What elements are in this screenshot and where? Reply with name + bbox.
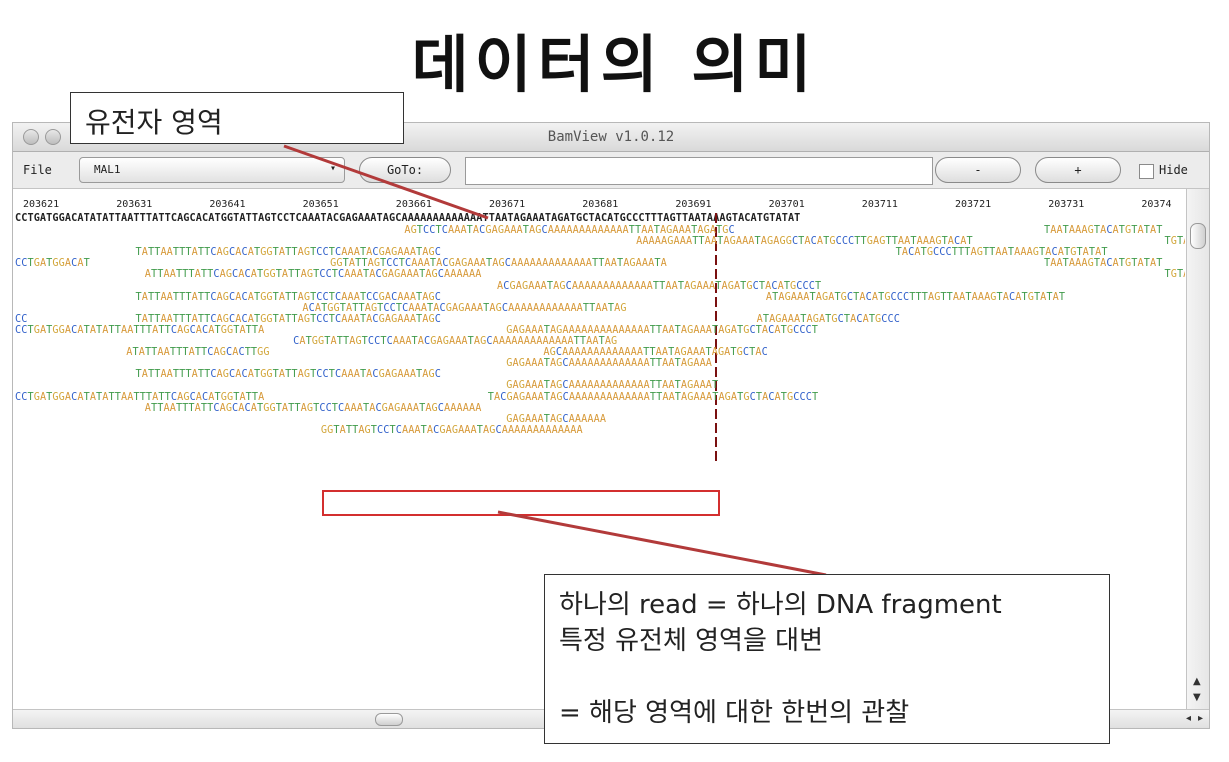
gene-region-label: 유전자 영역 <box>85 106 223 139</box>
explanation-line-4: = 해당 영역에 대한 한번의 관찰 <box>559 698 910 728</box>
read-arrow <box>497 510 827 577</box>
explanation-line-1: 하나의 read = 하나의 DNA fragment <box>559 590 1002 620</box>
gene-region-callout: 유전자 영역 <box>70 92 404 144</box>
gene-region-arrow <box>283 144 489 220</box>
explanation-line-2: 특정 유전체 영역을 대변 <box>559 626 823 656</box>
read-explanation-callout: 하나의 read = 하나의 DNA fragment 특정 유전체 영역을 대… <box>544 574 1110 744</box>
